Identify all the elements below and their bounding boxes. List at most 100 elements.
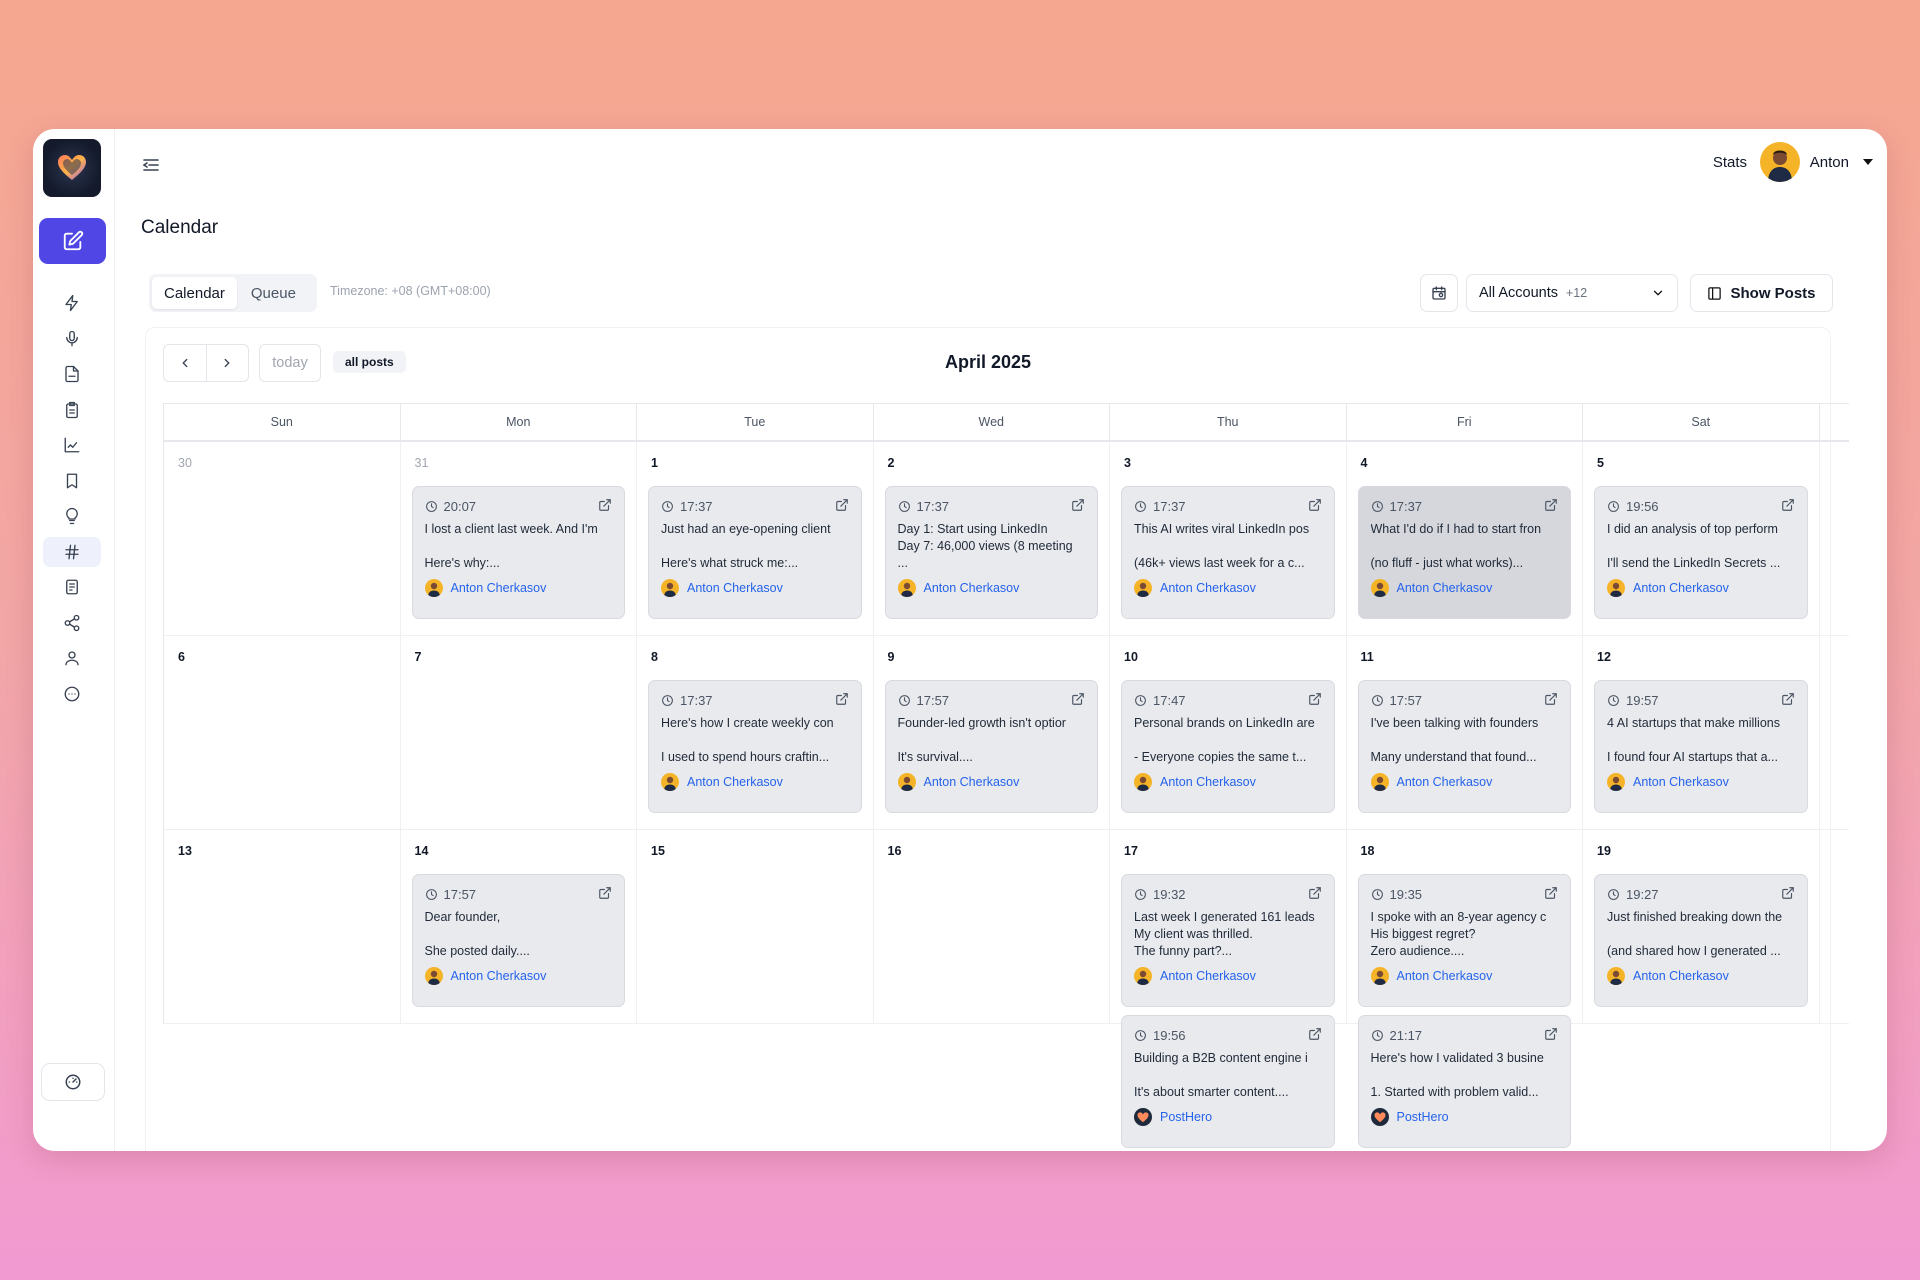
sidebar-item-share[interactable] [43,608,101,638]
post-author[interactable]: Anton Cherkasov [1370,967,1559,985]
sidebar-item-clipboard[interactable] [43,395,101,425]
day-cell[interactable]: 10 17:47 Personal brands on LinkedIn are - … [1110,636,1347,829]
post-preview-line: Day 1: Start using LinkedIn [897,522,1048,536]
sidebar-item-pdf-file[interactable] [43,359,101,389]
sidebar-item-chat-bubble[interactable] [43,679,101,709]
show-posts-button[interactable]: Show Posts [1690,274,1833,312]
sidebar-item-lightbulb[interactable] [43,501,101,531]
sidebar-item-user[interactable] [43,643,101,673]
sidebar-item-bookmark[interactable] [43,466,101,496]
post-card[interactable]: 17:37 Just had an eye-opening client Here'… [648,486,862,619]
post-author[interactable]: Anton Cherkasov [1370,773,1559,791]
stats-link[interactable]: Stats [1713,154,1747,171]
post-author[interactable]: Anton Cherkasov [1607,773,1795,791]
external-link-icon[interactable] [1781,498,1795,512]
sidebar-item-microphone[interactable] [43,324,101,354]
post-card[interactable]: 21:17 Here's how I validated 3 busine 1. S… [1357,1015,1571,1148]
post-author[interactable]: Anton Cherkasov [661,579,849,597]
external-link-icon[interactable] [835,692,849,706]
post-author[interactable]: Anton Cherkasov [1134,967,1322,985]
tab-queue[interactable]: Queue [239,277,308,309]
day-cell[interactable]: 8 17:37 Here's how I create weekly con I us… [637,636,874,829]
post-card[interactable]: 19:35 I spoke with an 8-year agency c His … [1357,874,1571,1007]
external-link-icon[interactable] [1071,498,1085,512]
accounts-select[interactable]: All Accounts +12 [1466,274,1678,312]
post-card[interactable]: 17:57 Founder-led growth isn't optior It's… [884,680,1098,813]
external-link-icon[interactable] [1544,692,1558,706]
day-cell[interactable]: 30 [164,442,401,635]
post-card[interactable]: 17:57 I've been talking with founders Many… [1357,680,1571,813]
external-link-icon[interactable] [1781,692,1795,706]
day-cell[interactable]: 16 [874,830,1110,1023]
user-menu[interactable]: Anton [1759,142,1873,182]
tab-calendar[interactable]: Calendar [152,277,237,309]
external-link-icon[interactable] [1308,692,1322,706]
post-card[interactable]: 19:32 Last week I generated 161 leads My c… [1121,874,1335,1007]
day-cell[interactable]: 12 19:57 4 AI startups that make millions I… [1583,636,1820,829]
external-link-icon[interactable] [1071,692,1085,706]
post-time: 17:37 [1371,498,1559,514]
post-author[interactable]: PostHero [1134,1108,1322,1126]
day-cell[interactable]: 31 20:07 I lost a client last week. And I'… [401,442,637,635]
post-card[interactable]: 17:47 Personal brands on LinkedIn are - Ev… [1121,680,1335,813]
post-author[interactable]: PostHero [1370,1108,1559,1126]
post-card[interactable]: 17:37 Day 1: Start using LinkedIn Day 7: 4… [884,486,1098,619]
post-card[interactable]: 19:56 I did an analysis of top perform I'l… [1594,486,1808,619]
day-cell[interactable]: 4 17:37 What I'd do if I had to start fron… [1347,442,1583,635]
sidebar-item-hashtag[interactable] [43,536,101,567]
external-link-icon[interactable] [1308,498,1322,512]
external-link-icon[interactable] [1308,1027,1322,1041]
post-author[interactable]: Anton Cherkasov [1370,579,1559,597]
external-link-icon[interactable] [598,886,612,900]
compose-button[interactable] [39,218,106,264]
day-cell[interactable]: 14 17:57 Dear founder, She posted daily....… [401,830,637,1023]
post-author[interactable]: Anton Cherkasov [897,773,1086,791]
day-cell[interactable]: 9 17:57 Founder-led growth isn't optior It'… [874,636,1110,829]
post-author[interactable]: Anton Cherkasov [424,967,613,985]
sidebar-item-analytics-chart[interactable] [43,430,101,460]
calendar-settings-button[interactable] [1420,274,1458,312]
day-cell[interactable]: 18 19:35 I spoke with an 8-year agency c Hi… [1347,830,1583,1148]
speed-gauge-button[interactable] [41,1063,105,1101]
sidebar-item-bolt[interactable] [43,288,101,318]
external-link-icon[interactable] [598,498,612,512]
day-cell[interactable]: 3 17:37 This AI writes viral LinkedIn pos (… [1110,442,1347,635]
external-link-icon[interactable] [1781,886,1795,900]
day-cell[interactable]: 6 [164,636,401,829]
post-card[interactable]: 17:37 What I'd do if I had to start fron (… [1357,486,1571,619]
day-cell[interactable]: 19 19:27 Just finished breaking down the (a… [1583,830,1820,1023]
menu-toggle-button[interactable] [139,153,163,177]
post-author[interactable]: Anton Cherkasov [1134,773,1322,791]
post-card[interactable]: 19:57 4 AI startups that make millions I f… [1594,680,1808,813]
day-cell[interactable]: 15 [637,830,874,1023]
post-card[interactable]: 17:37 Here's how I create weekly con I use… [648,680,862,813]
external-link-icon[interactable] [1544,886,1558,900]
post-card[interactable]: 17:57 Dear founder, She posted daily.... An… [411,874,625,1007]
post-author[interactable]: Anton Cherkasov [1607,967,1795,985]
clock-icon [1608,500,1619,512]
app-logo[interactable] [43,139,101,197]
day-cell[interactable]: 13 [164,830,401,1023]
author-avatar [1607,773,1625,791]
day-cell[interactable]: 5 19:56 I did an analysis of top perform I'… [1583,442,1820,635]
post-preview-line: (no fluff - just what works)... [1370,556,1524,570]
day-cell[interactable]: 2 17:37 Day 1: Start using LinkedIn Day 7: … [874,442,1110,635]
day-cell[interactable]: 11 17:57 I've been talking with founders Ma… [1347,636,1583,829]
external-link-icon[interactable] [1308,886,1322,900]
post-author[interactable]: Anton Cherkasov [1134,579,1322,597]
post-author[interactable]: Anton Cherkasov [424,579,613,597]
day-cell[interactable]: 17 19:32 Last week I generated 161 leads My… [1110,830,1347,1148]
sidebar-item-document-list[interactable] [43,572,101,602]
post-author[interactable]: Anton Cherkasov [1607,579,1795,597]
day-cell[interactable]: 1 17:37 Just had an eye-opening client Here… [637,442,874,635]
external-link-icon[interactable] [1544,1027,1558,1041]
external-link-icon[interactable] [835,498,849,512]
post-card[interactable]: 19:27 Just finished breaking down the (and… [1594,874,1808,1007]
post-card[interactable]: 17:37 This AI writes viral LinkedIn pos (4… [1121,486,1335,619]
post-card[interactable]: 20:07 I lost a client last week. And I'm H… [411,486,625,619]
post-card[interactable]: 19:56 Building a B2B content engine i It's… [1121,1015,1335,1148]
post-author[interactable]: Anton Cherkasov [897,579,1086,597]
day-cell[interactable]: 7 [401,636,637,829]
post-author[interactable]: Anton Cherkasov [661,773,849,791]
external-link-icon[interactable] [1544,498,1558,512]
